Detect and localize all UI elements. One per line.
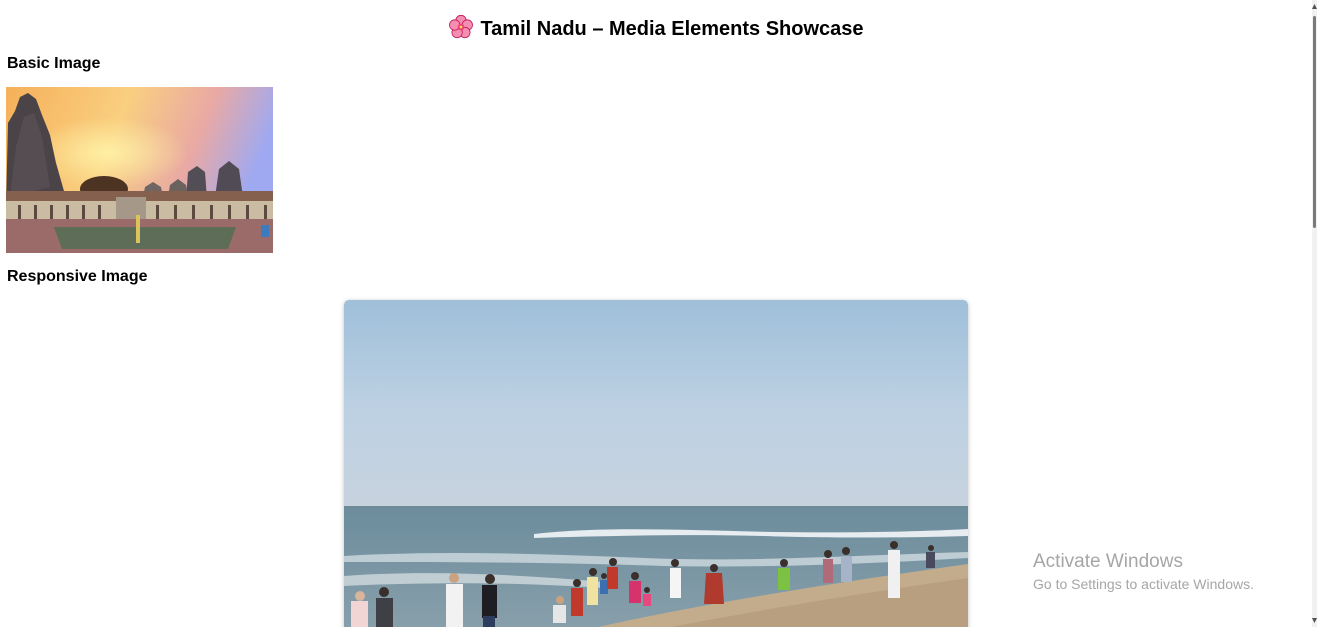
scrollbar-thumb[interactable] xyxy=(1313,16,1316,228)
basic-image-heading: Basic Image xyxy=(7,55,101,72)
responsive-image-heading: Responsive Image xyxy=(7,268,148,285)
watermark-title: Activate Windows xyxy=(1033,551,1183,572)
activation-watermark: Activate Windows Go to Settings to activ… xyxy=(1033,550,1254,594)
temple-photo xyxy=(6,87,273,253)
basic-image xyxy=(6,87,273,253)
flower-icon xyxy=(449,14,474,39)
responsive-image xyxy=(344,300,968,627)
beach-photo xyxy=(344,300,968,627)
page-title-text: Tamil Nadu – Media Elements Showcase xyxy=(480,18,864,40)
page-title: Tamil Nadu – Media Elements Showcase xyxy=(0,14,1312,43)
scroll-up-arrow-icon[interactable] xyxy=(1312,3,1317,11)
vertical-scrollbar[interactable] xyxy=(1312,0,1317,627)
watermark-subtitle: Go to Settings to activate Windows. xyxy=(1033,576,1254,592)
page-content: Tamil Nadu – Media Elements Showcase Bas… xyxy=(0,0,1312,627)
scroll-down-arrow-icon[interactable] xyxy=(1312,616,1317,624)
